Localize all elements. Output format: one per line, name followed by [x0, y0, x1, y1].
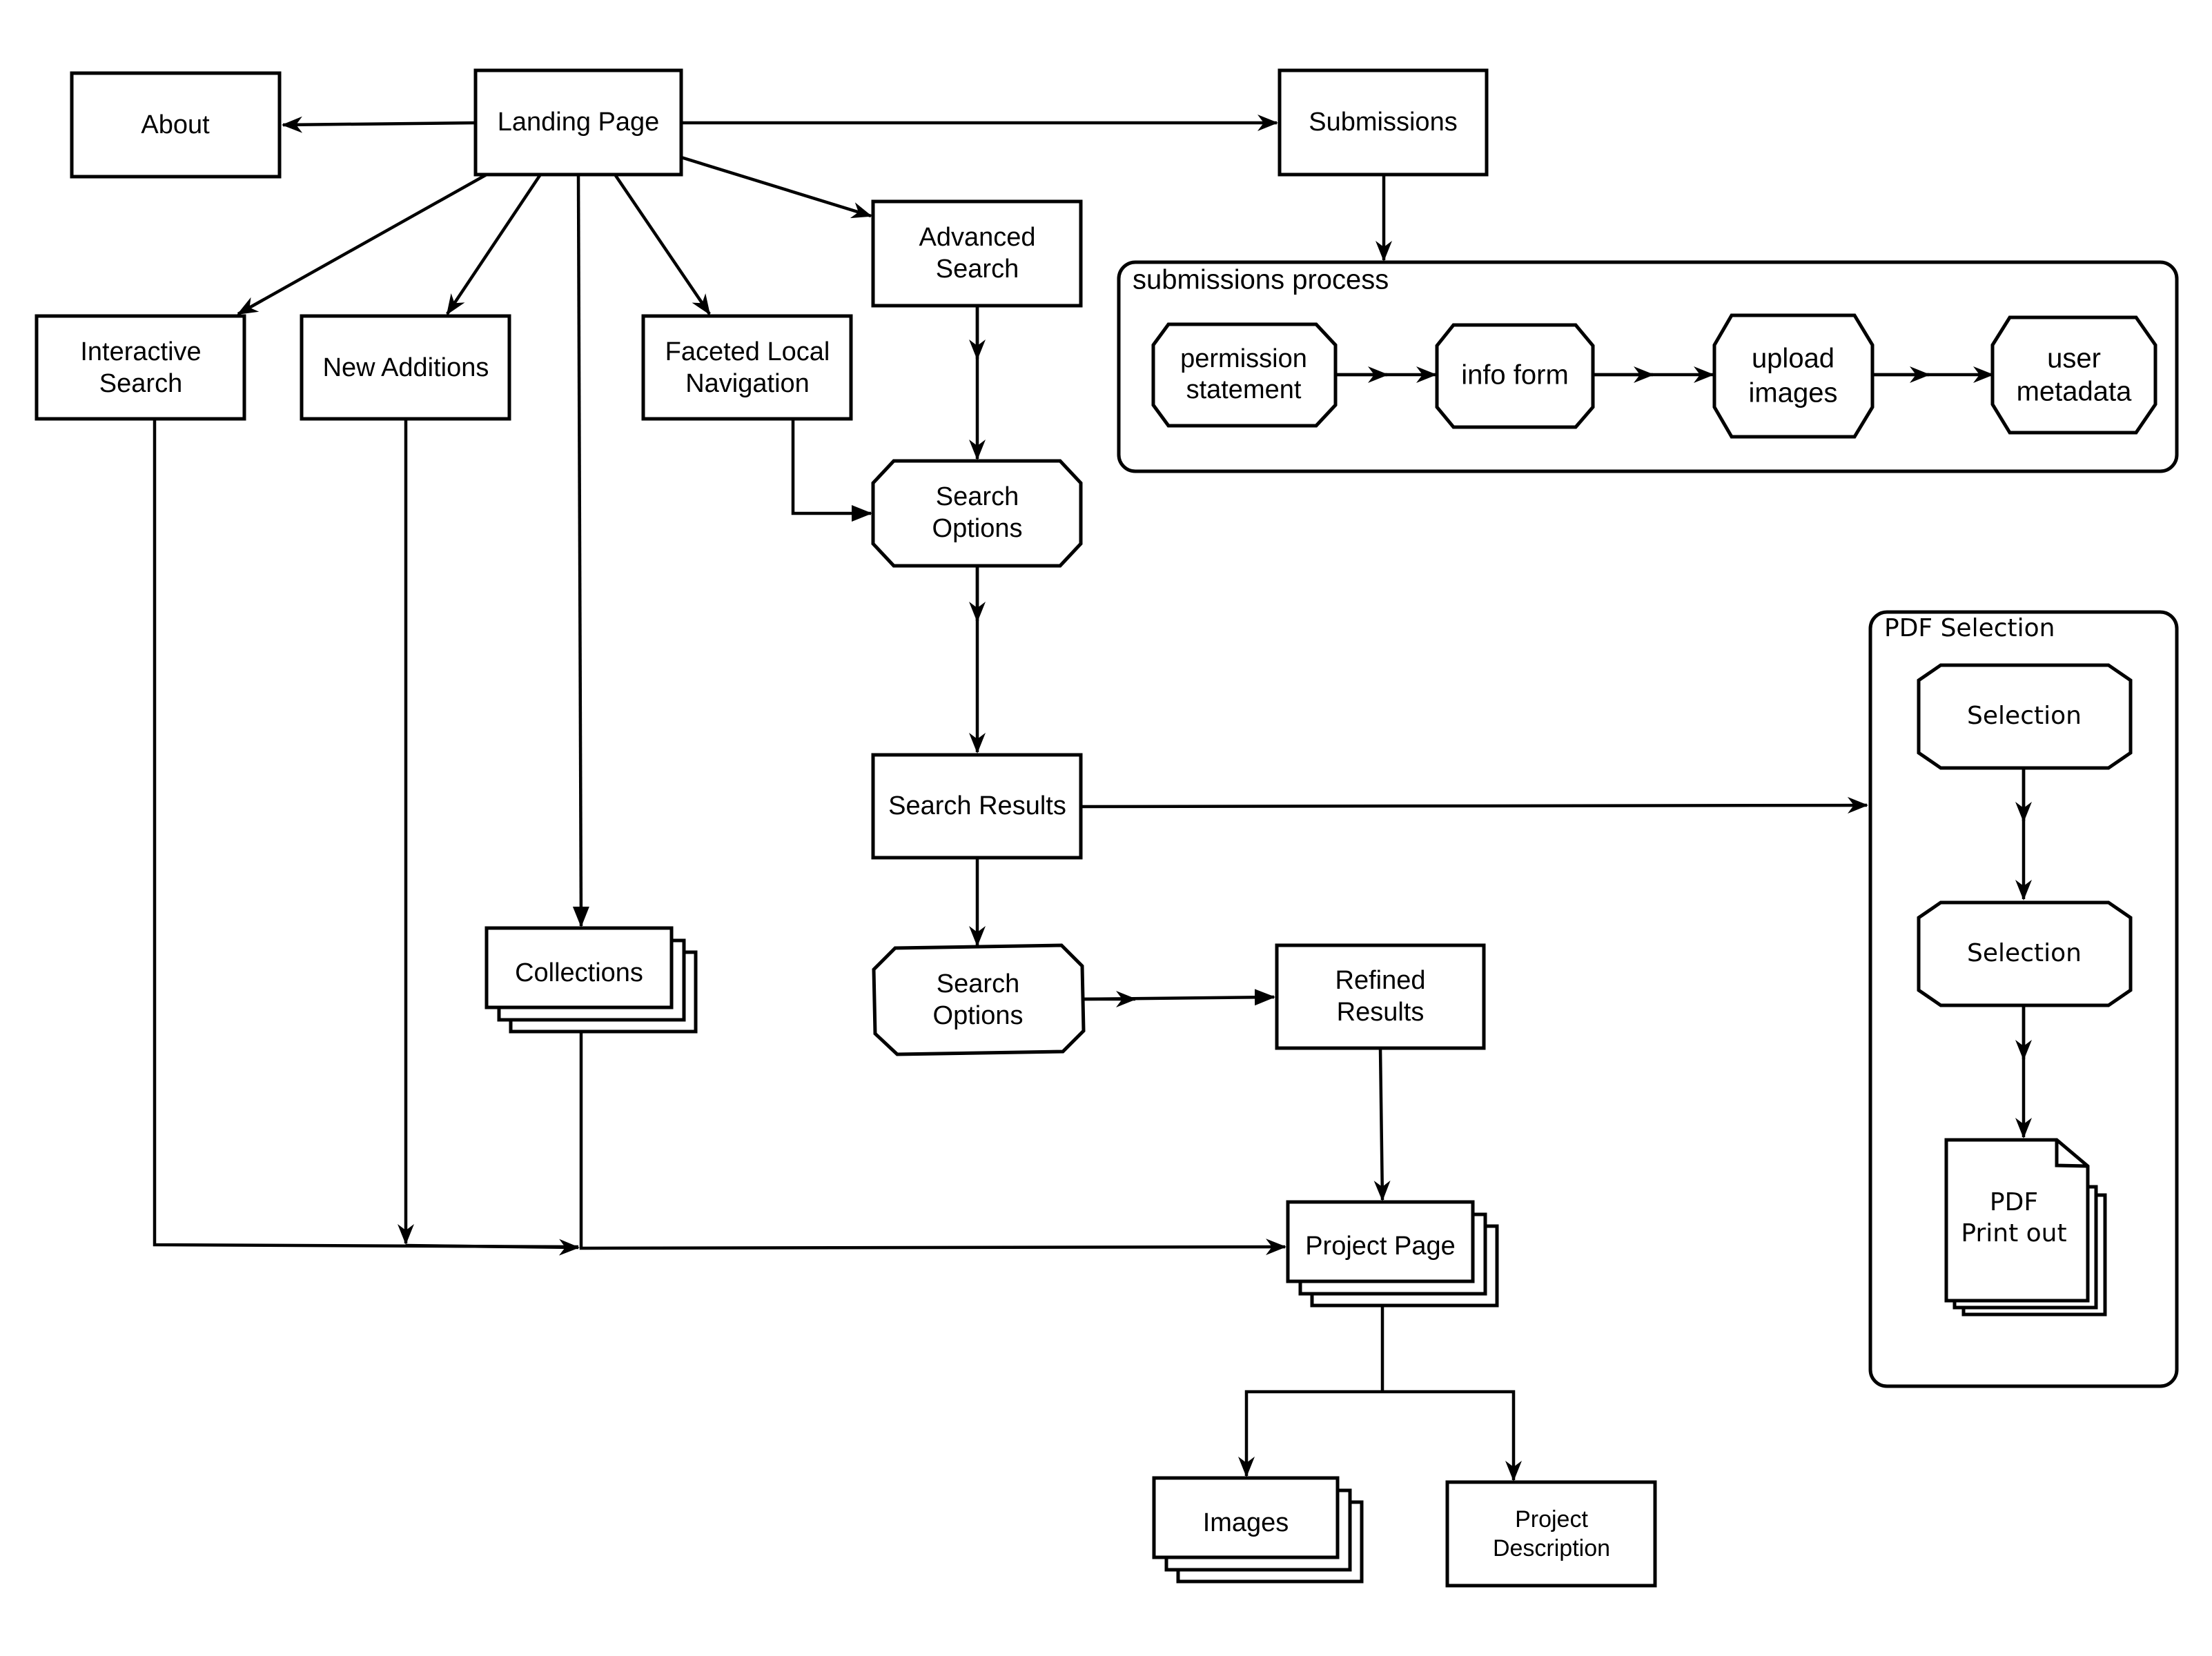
node-landing-page-label: Landing Page: [498, 108, 660, 137]
node-faceted-local-navigation[interactable]: Faceted Local Navigation: [641, 314, 853, 421]
node-search-options-refine-label-1: Search: [937, 969, 1019, 998]
node-advanced-search-label-2: Search: [936, 255, 1019, 284]
node-collections[interactable]: Collections: [485, 926, 698, 1034]
step-user-metadata[interactable]: user metadata: [1990, 315, 2157, 435]
node-images-label: Images: [1203, 1508, 1289, 1537]
node-new-additions[interactable]: New Additions: [300, 314, 511, 421]
node-interactive-search-label-2: Search: [99, 369, 182, 398]
node-refined-results-label-2: Results: [1337, 998, 1425, 1027]
node-project-page[interactable]: Project Page: [1286, 1200, 1499, 1308]
edge-landing-collections: [572, 174, 589, 927]
edge-landing-new-additions: [446, 173, 542, 315]
node-about-label: About: [141, 110, 210, 139]
node-search-options[interactable]: Search Options: [871, 459, 1083, 568]
step-permission-label-1: permission: [1180, 344, 1307, 373]
edge-landing-advanced-search: [681, 155, 872, 219]
node-search-results[interactable]: Search Results: [871, 753, 1083, 860]
node-interactive-search-label-1: Interactive: [80, 337, 201, 366]
step-upload-label-1: upload: [1752, 344, 1834, 374]
node-project-description[interactable]: Project Description: [1445, 1480, 1657, 1588]
pdf-selection-step-1-label: Selection: [1967, 702, 2082, 730]
site-map-diagram: submissions process PDF Selection About …: [35, 68, 2179, 1588]
step-user-metadata-label-1: user: [2047, 344, 2101, 374]
node-collections-label: Collections: [515, 958, 643, 987]
node-project-description-label-1: Project: [1515, 1506, 1588, 1532]
pdf-selection-step-1[interactable]: Selection: [1917, 663, 2133, 770]
pdf-selection-title: PDF Selection: [1884, 614, 2055, 642]
pdf-printout-label-1: PDF: [1990, 1188, 2038, 1216]
node-interactive-search[interactable]: Interactive Search: [35, 314, 246, 421]
node-about[interactable]: About: [70, 71, 282, 179]
node-search-options-refine[interactable]: Search Options: [872, 943, 1086, 1056]
edge-refined-project-page: [1373, 1047, 1391, 1201]
step-permission-statement[interactable]: permission statement: [1151, 322, 1338, 428]
node-search-options-label-1: Search: [936, 482, 1019, 511]
node-submissions-label: Submissions: [1309, 108, 1457, 137]
node-project-description-label-2: Description: [1493, 1535, 1610, 1561]
node-search-options-label-2: Options: [932, 514, 1023, 543]
edge-landing-interactive-search: [237, 173, 488, 315]
pdf-printout-label-2: Print out: [1961, 1219, 2066, 1248]
node-submissions[interactable]: Submissions: [1278, 68, 1489, 177]
node-advanced-search-label-1: Advanced: [919, 223, 1035, 252]
step-upload-images[interactable]: upload images: [1712, 313, 1875, 439]
edge-landing-about: [282, 116, 476, 133]
edge-interactive-project-page: [153, 419, 579, 1249]
edge-project-page-description: [1382, 1390, 1522, 1481]
step-user-metadata-label-2: metadata: [2017, 377, 2133, 407]
pdf-selection-step-2-label: Selection: [1967, 939, 2082, 967]
pdf-selection-step-2[interactable]: Selection: [1917, 900, 2133, 1007]
node-advanced-search[interactable]: Advanced Search: [871, 199, 1083, 308]
node-refined-results-label-1: Refined: [1335, 966, 1426, 995]
node-faceted-label-2: Navigation: [685, 369, 810, 398]
node-landing-page[interactable]: Landing Page: [473, 68, 683, 177]
edge-results-pdf-selection: [1080, 797, 1868, 814]
node-images[interactable]: Images: [1152, 1476, 1364, 1584]
node-search-options-refine-label-2: Options: [933, 1001, 1024, 1030]
node-refined-results[interactable]: Refined Results: [1275, 943, 1486, 1050]
step-info-form[interactable]: info form: [1435, 323, 1595, 429]
node-search-results-label: Search Results: [888, 791, 1066, 820]
step-upload-label-2: images: [1749, 378, 1838, 408]
edge-merge-arrow: [405, 1239, 580, 1256]
step-info-form-label: info form: [1461, 360, 1569, 391]
node-new-additions-label: New Additions: [323, 353, 489, 382]
step-permission-label-2: statement: [1186, 375, 1302, 404]
edge-project-page-images: [1238, 1390, 1382, 1477]
pdf-printout[interactable]: PDF Print out: [1944, 1138, 2107, 1317]
edge-faceted-search-options: [791, 419, 872, 522]
node-project-page-label: Project Page: [1305, 1232, 1456, 1261]
node-faceted-label-1: Faceted Local: [665, 337, 830, 366]
submissions-process-title: submissions process: [1133, 265, 1389, 295]
edge-landing-faceted-nav: [614, 173, 711, 315]
